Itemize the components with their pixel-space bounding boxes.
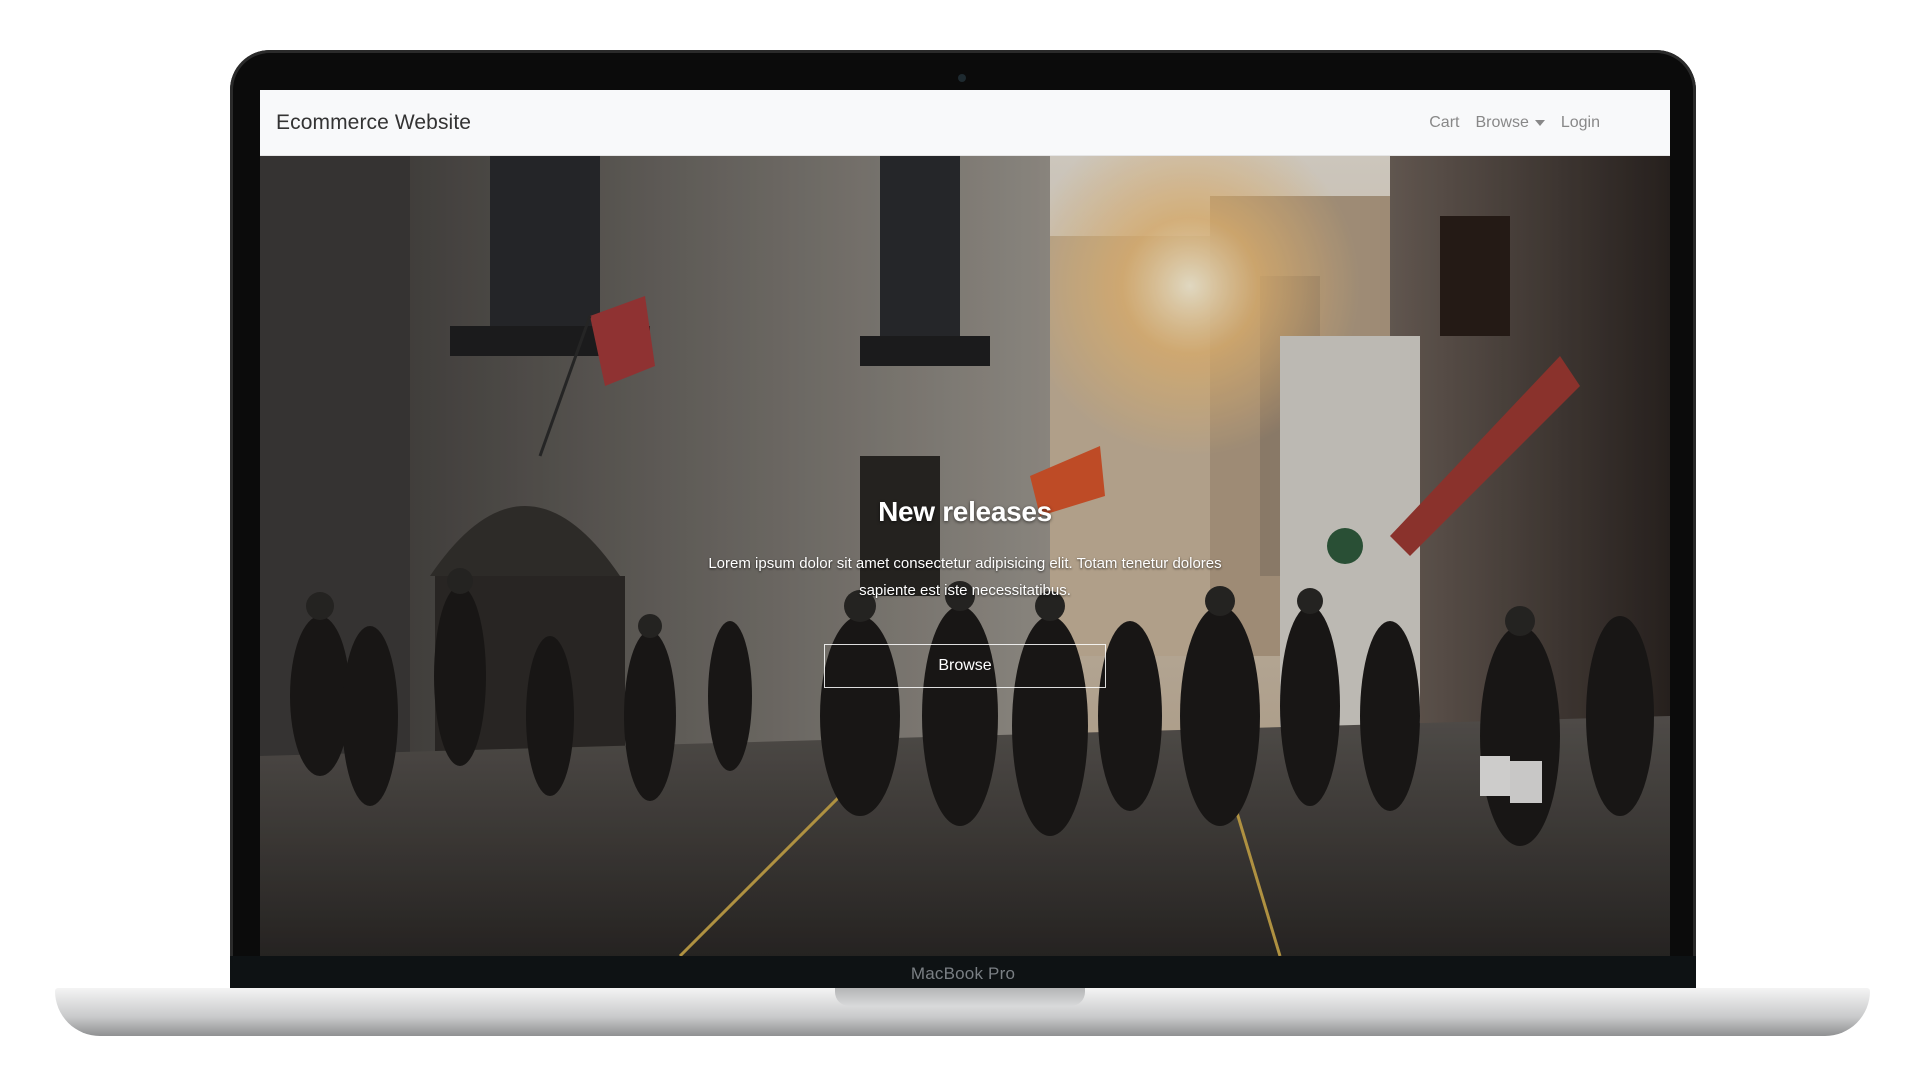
hero-title: New releases: [878, 496, 1052, 527]
hero-content: New releases Lorem ipsum dolor sit amet …: [260, 496, 1670, 688]
navbar: Ecommerce Website Cart Browse Login: [260, 90, 1670, 156]
laptop-bottom-bezel: MacBook Pro: [230, 956, 1696, 990]
brand-logo[interactable]: Ecommerce Website: [276, 111, 471, 135]
hero-description: Lorem ipsum dolor sit amet consectetur a…: [708, 555, 1222, 599]
caret-down-icon: [1534, 119, 1545, 126]
nav-link-cart[interactable]: Cart: [1429, 114, 1459, 132]
nav-dropdown-browse-label: Browse: [1475, 113, 1529, 131]
nav-dropdown-browse[interactable]: Browse: [1475, 113, 1545, 132]
nav-links: Cart Browse Login: [1429, 114, 1600, 132]
nav-link-login[interactable]: Login: [1561, 114, 1600, 132]
camera-icon: [958, 74, 966, 82]
model-label: MacBook Pro: [910, 964, 1016, 983]
hero-browse-button[interactable]: Browse: [824, 644, 1106, 688]
hero-banner: New releases Lorem ipsum dolor sit amet …: [260, 156, 1670, 956]
browser-screen: Ecommerce Website Cart Browse Login New …: [260, 90, 1670, 956]
laptop-notch: [835, 988, 1085, 1006]
laptop-mockup: Ecommerce Website Cart Browse Login New …: [0, 0, 1920, 1080]
